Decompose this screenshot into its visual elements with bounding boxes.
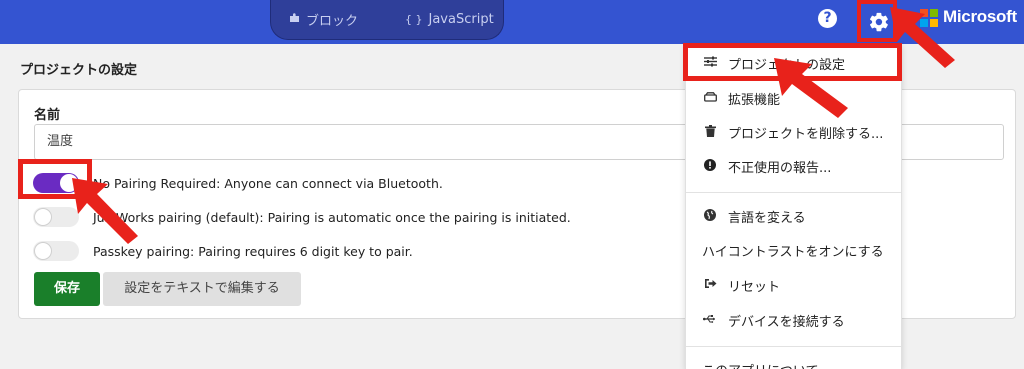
page-title: プロジェクトの設定 <box>20 63 138 78</box>
top-bar: ブロック { } JavaScript ? Microsoft <box>0 0 1024 44</box>
pairing-option-label: No Pairing Required: Anyone can connect … <box>93 175 443 191</box>
menu-item-label: デバイスを接続する <box>728 314 845 330</box>
menu-item-label: 不正使用の報告... <box>728 160 832 176</box>
menu-item-label: ハイコントラストをオンにする <box>702 244 884 260</box>
blocks-mode-button[interactable]: ブロック <box>289 8 358 30</box>
editor-mode-switch: ブロック { } JavaScript <box>270 0 504 40</box>
signout-icon <box>702 278 718 292</box>
menu-item-change-language[interactable]: 言語を変える <box>686 199 901 233</box>
save-button[interactable]: 保存 <box>34 272 100 306</box>
annotation-arrow-icon <box>72 178 138 244</box>
annotation-arrow-icon <box>774 58 848 118</box>
help-icon[interactable]: ? <box>818 9 837 28</box>
name-label: 名前 <box>34 108 61 123</box>
alert-icon <box>702 158 718 174</box>
menu-item-label: 言語を変える <box>728 210 806 226</box>
menu-divider <box>686 192 901 193</box>
javascript-mode-button[interactable]: { } JavaScript <box>405 8 494 30</box>
code-braces-icon: { } <box>405 12 423 26</box>
menu-item-label: プロジェクトを削除する... <box>728 126 884 142</box>
menu-item-label: このアプリについて <box>702 360 819 369</box>
blocks-mode-label: ブロック <box>306 13 359 29</box>
globe-icon <box>702 208 718 224</box>
drive-icon <box>702 91 718 105</box>
usb-icon <box>702 313 718 327</box>
edit-settings-as-text-button[interactable]: 設定をテキストで編集する <box>103 272 301 306</box>
toggle-knob <box>34 208 52 226</box>
menu-item-reset[interactable]: リセット <box>686 268 901 302</box>
menu-divider <box>686 346 901 347</box>
menu-item-report-abuse[interactable]: 不正使用の報告... <box>686 149 901 183</box>
pairing-option-label: JustWorks pairing (default): Pairing is … <box>93 209 571 225</box>
menu-item-connect-device[interactable]: デバイスを接続する <box>686 303 901 337</box>
toggle-knob <box>34 242 52 260</box>
menu-item-high-contrast[interactable]: ハイコントラストをオンにする <box>686 233 901 267</box>
trash-icon <box>702 124 718 140</box>
menu-item-label: リセット <box>728 279 781 295</box>
annotation-arrow-icon <box>890 7 955 68</box>
menu-item-about[interactable]: このアプリについて <box>686 352 901 369</box>
puzzle-icon <box>289 12 300 26</box>
javascript-mode-label: JavaScript <box>428 11 494 27</box>
